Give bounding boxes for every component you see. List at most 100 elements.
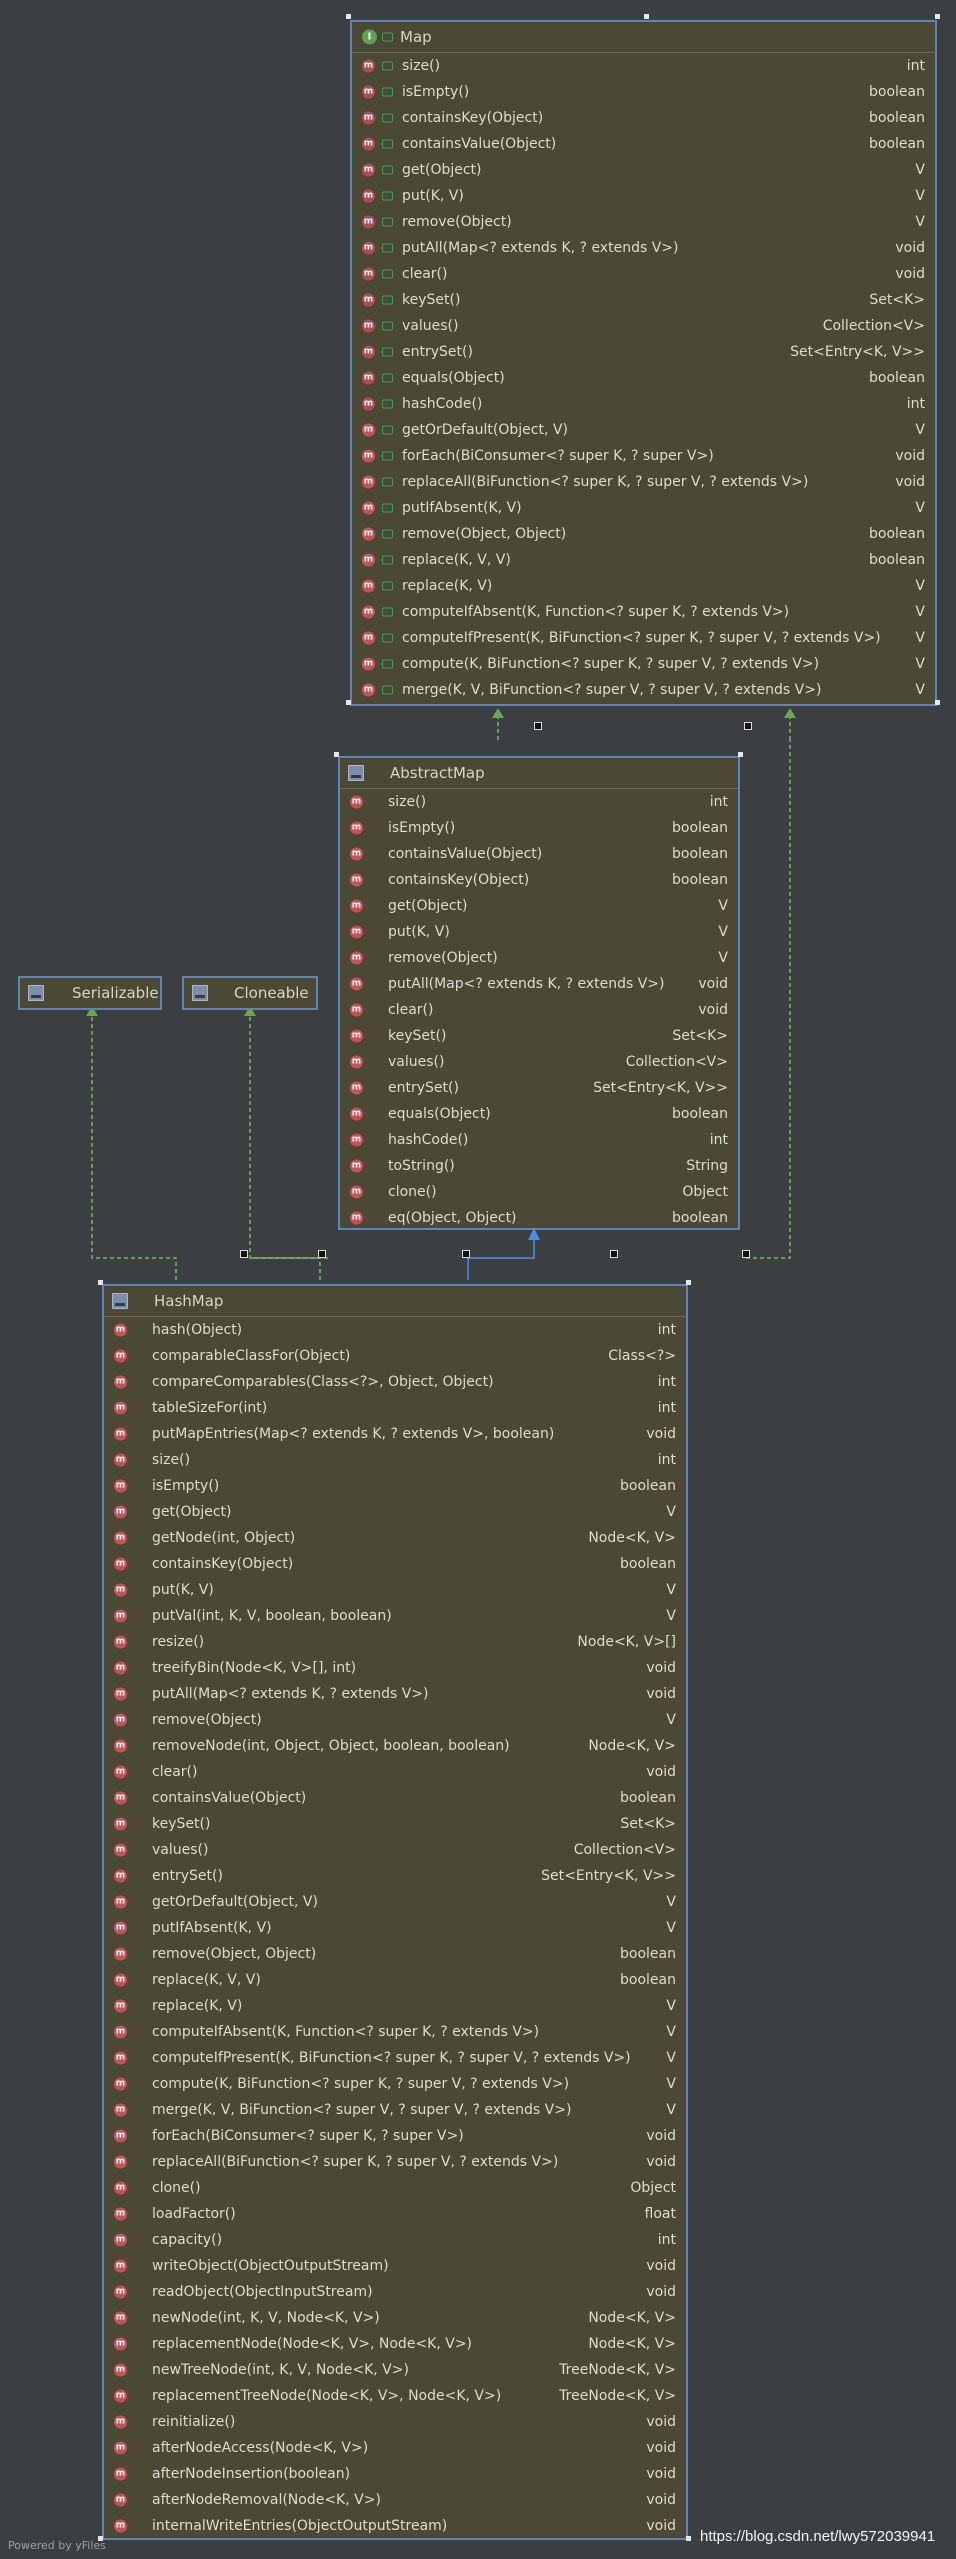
method-row[interactable]: m compute(K, BiFunction<? super K, ? supe… [352,651,935,677]
method-row[interactable]: m clear() void [352,261,935,287]
method-row[interactable]: m compute(K, BiFunction<? super K, ? supe… [104,2071,686,2097]
method-row[interactable]: m replace(K, V, V) boolean [104,1967,686,1993]
method-row[interactable]: m putAll(Map<? extends K, ? extends V>) vo… [104,1681,686,1707]
method-row[interactable]: m containsKey(Object) boolean [104,1551,686,1577]
method-row[interactable]: m values() Collection<V> [104,1837,686,1863]
method-row[interactable]: m internalWriteEntries(ObjectOutputStream… [104,2513,686,2539]
method-row[interactable]: m keySet() Set<K> [104,1811,686,1837]
method-row[interactable]: m merge(K, V, BiFunction<? super V, ? sup… [352,677,935,703]
class-title: Serializable [72,984,159,1002]
method-row[interactable]: m removeNode(int, Object, Object, boolean… [104,1733,686,1759]
method-row[interactable]: m entrySet() Set<Entry<K, V>> [352,339,935,365]
method-row[interactable]: m computeIfAbsent(K, Function<? super K, … [352,599,935,625]
method-row[interactable]: m containsValue(Object) boolean [352,131,935,157]
lock-icon [382,32,393,42]
method-row[interactable]: m afterNodeAccess(Node<K, V>) void [104,2435,686,2461]
method-row[interactable]: m forEach(BiConsumer<? super K, ? super V… [104,2123,686,2149]
method-row[interactable]: m keySet() Set<K> [352,287,935,313]
method-row[interactable]: m keySet() Set<K> [340,1023,738,1049]
method-row[interactable]: m containsValue(Object) boolean [340,841,738,867]
method-row[interactable]: m hashCode() int [352,391,935,417]
method-row[interactable]: m clone() Object [104,2175,686,2201]
method-row[interactable]: m treeifyBin(Node<K, V>[], int) void [104,1655,686,1681]
method-row[interactable]: m putVal(int, K, V, boolean, boolean) V [104,1603,686,1629]
method-row[interactable]: m clear() void [104,1759,686,1785]
method-row[interactable]: m containsValue(Object) boolean [104,1785,686,1811]
method-row[interactable]: m put(K, V) V [340,919,738,945]
method-row[interactable]: m entrySet() Set<Entry<K, V>> [340,1075,738,1101]
method-row[interactable]: m size() int [352,53,935,79]
method-row[interactable]: m isEmpty() boolean [352,79,935,105]
method-row[interactable]: m comparableClassFor(Object) Class<?> [104,1343,686,1369]
interface-cloneable-box[interactable]: Cloneable [182,976,318,1010]
method-row[interactable]: m remove(Object, Object) boolean [104,1941,686,1967]
method-row[interactable]: m tableSizeFor(int) int [104,1395,686,1421]
method-row[interactable]: m get(Object) V [104,1499,686,1525]
method-row[interactable]: m computeIfPresent(K, BiFunction<? super … [352,625,935,651]
class-abstractmap-box[interactable]: AbstractMap m size() int m isEmpty() boolean m… [338,756,740,1230]
method-row[interactable]: m remove(Object) V [104,1707,686,1733]
method-row[interactable]: m containsKey(Object) boolean [340,867,738,893]
method-row[interactable]: m size() int [104,1447,686,1473]
method-row[interactable]: m equals(Object) boolean [340,1101,738,1127]
method-row[interactable]: m hashCode() int [340,1127,738,1153]
method-row[interactable]: m putIfAbsent(K, V) V [352,495,935,521]
method-row[interactable]: m putMapEntries(Map<? extends K, ? extend… [104,1421,686,1447]
method-row[interactable]: m resize() Node<K, V>[] [104,1629,686,1655]
method-row[interactable]: m afterNodeInsertion(boolean) void [104,2461,686,2487]
method-row[interactable]: m newNode(int, K, V, Node<K, V>) Node<K, V… [104,2305,686,2331]
method-row[interactable]: m merge(K, V, BiFunction<? super V, ? sup… [104,2097,686,2123]
method-row[interactable]: m replace(K, V) V [104,1993,686,2019]
method-row[interactable]: m forEach(BiConsumer<? super K, ? super V… [352,443,935,469]
method-row[interactable]: m replaceAll(BiFunction<? super K, ? supe… [104,2149,686,2175]
method-row[interactable]: m replacementNode(Node<K, V>, Node<K, V>)… [104,2331,686,2357]
method-row[interactable]: m readObject(ObjectInputStream) void [104,2279,686,2305]
method-row[interactable]: m capacity() int [104,2227,686,2253]
method-row[interactable]: m isEmpty() boolean [340,815,738,841]
method-row[interactable]: m putIfAbsent(K, V) V [104,1915,686,1941]
method-row[interactable]: m replacementTreeNode(Node<K, V>, Node<K,… [104,2383,686,2409]
method-row[interactable]: m put(K, V) V [104,1577,686,1603]
method-row[interactable]: m replace(K, V) V [352,573,935,599]
method-row[interactable]: m getOrDefault(Object, V) V [352,417,935,443]
method-row[interactable]: m putAll(Map<? extends K, ? extends V>) vo… [352,235,935,261]
method-row[interactable]: m values() Collection<V> [352,313,935,339]
method-name: replace(K, V) [152,1998,243,2014]
method-row[interactable]: m computeIfPresent(K, BiFunction<? super … [104,2045,686,2071]
method-name: putIfAbsent(K, V) [402,500,522,516]
method-row[interactable]: m reinitialize() void [104,2409,686,2435]
method-row[interactable]: m replaceAll(BiFunction<? super K, ? supe… [352,469,935,495]
method-row[interactable]: m values() Collection<V> [340,1049,738,1075]
method-row[interactable]: m replace(K, V, V) boolean [352,547,935,573]
interface-map-box[interactable]: I Map m size() int m isEmpty() boolean m contai… [350,20,937,706]
method-row[interactable]: m getNode(int, Object) Node<K, V> [104,1525,686,1551]
method-row[interactable]: m eq(Object, Object) boolean [340,1205,738,1231]
method-row[interactable]: m afterNodeRemoval(Node<K, V>) void [104,2487,686,2513]
method-row[interactable]: m entrySet() Set<Entry<K, V>> [104,1863,686,1889]
method-row[interactable]: m computeIfAbsent(K, Function<? super K, … [104,2019,686,2045]
method-return-type: boolean [620,1478,676,1494]
method-row[interactable]: m hash(Object) int [104,1317,686,1343]
method-row[interactable]: m get(Object) V [340,893,738,919]
method-name: replacementTreeNode(Node<K, V>, Node<K, … [152,2388,502,2404]
method-row[interactable]: m clear() void [340,997,738,1023]
method-row[interactable]: m put(K, V) V [352,183,935,209]
method-row[interactable]: m putAll(Map<? extends K, ? extends V>) vo… [340,971,738,997]
method-row[interactable]: m isEmpty() boolean [104,1473,686,1499]
method-row[interactable]: m equals(Object) boolean [352,365,935,391]
interface-serializable-box[interactable]: Serializable [18,976,162,1010]
method-row[interactable]: m size() int [340,789,738,815]
method-row[interactable]: m getOrDefault(Object, V) V [104,1889,686,1915]
method-row[interactable]: m get(Object) V [352,157,935,183]
method-row[interactable]: m remove(Object, Object) boolean [352,521,935,547]
method-row[interactable]: m loadFactor() float [104,2201,686,2227]
method-row[interactable]: m containsKey(Object) boolean [352,105,935,131]
method-row[interactable]: m newTreeNode(int, K, V, Node<K, V>) TreeN… [104,2357,686,2383]
method-row[interactable]: m remove(Object) V [340,945,738,971]
class-hashmap-box[interactable]: HashMap m hash(Object) int m comparableClass… [102,1284,688,2540]
method-row[interactable]: m writeObject(ObjectOutputStream) void [104,2253,686,2279]
method-row[interactable]: m compareComparables(Class<?>, Object, Ob… [104,1369,686,1395]
method-row[interactable]: m clone() Object [340,1179,738,1205]
method-row[interactable]: m toString() String [340,1153,738,1179]
method-row[interactable]: m remove(Object) V [352,209,935,235]
